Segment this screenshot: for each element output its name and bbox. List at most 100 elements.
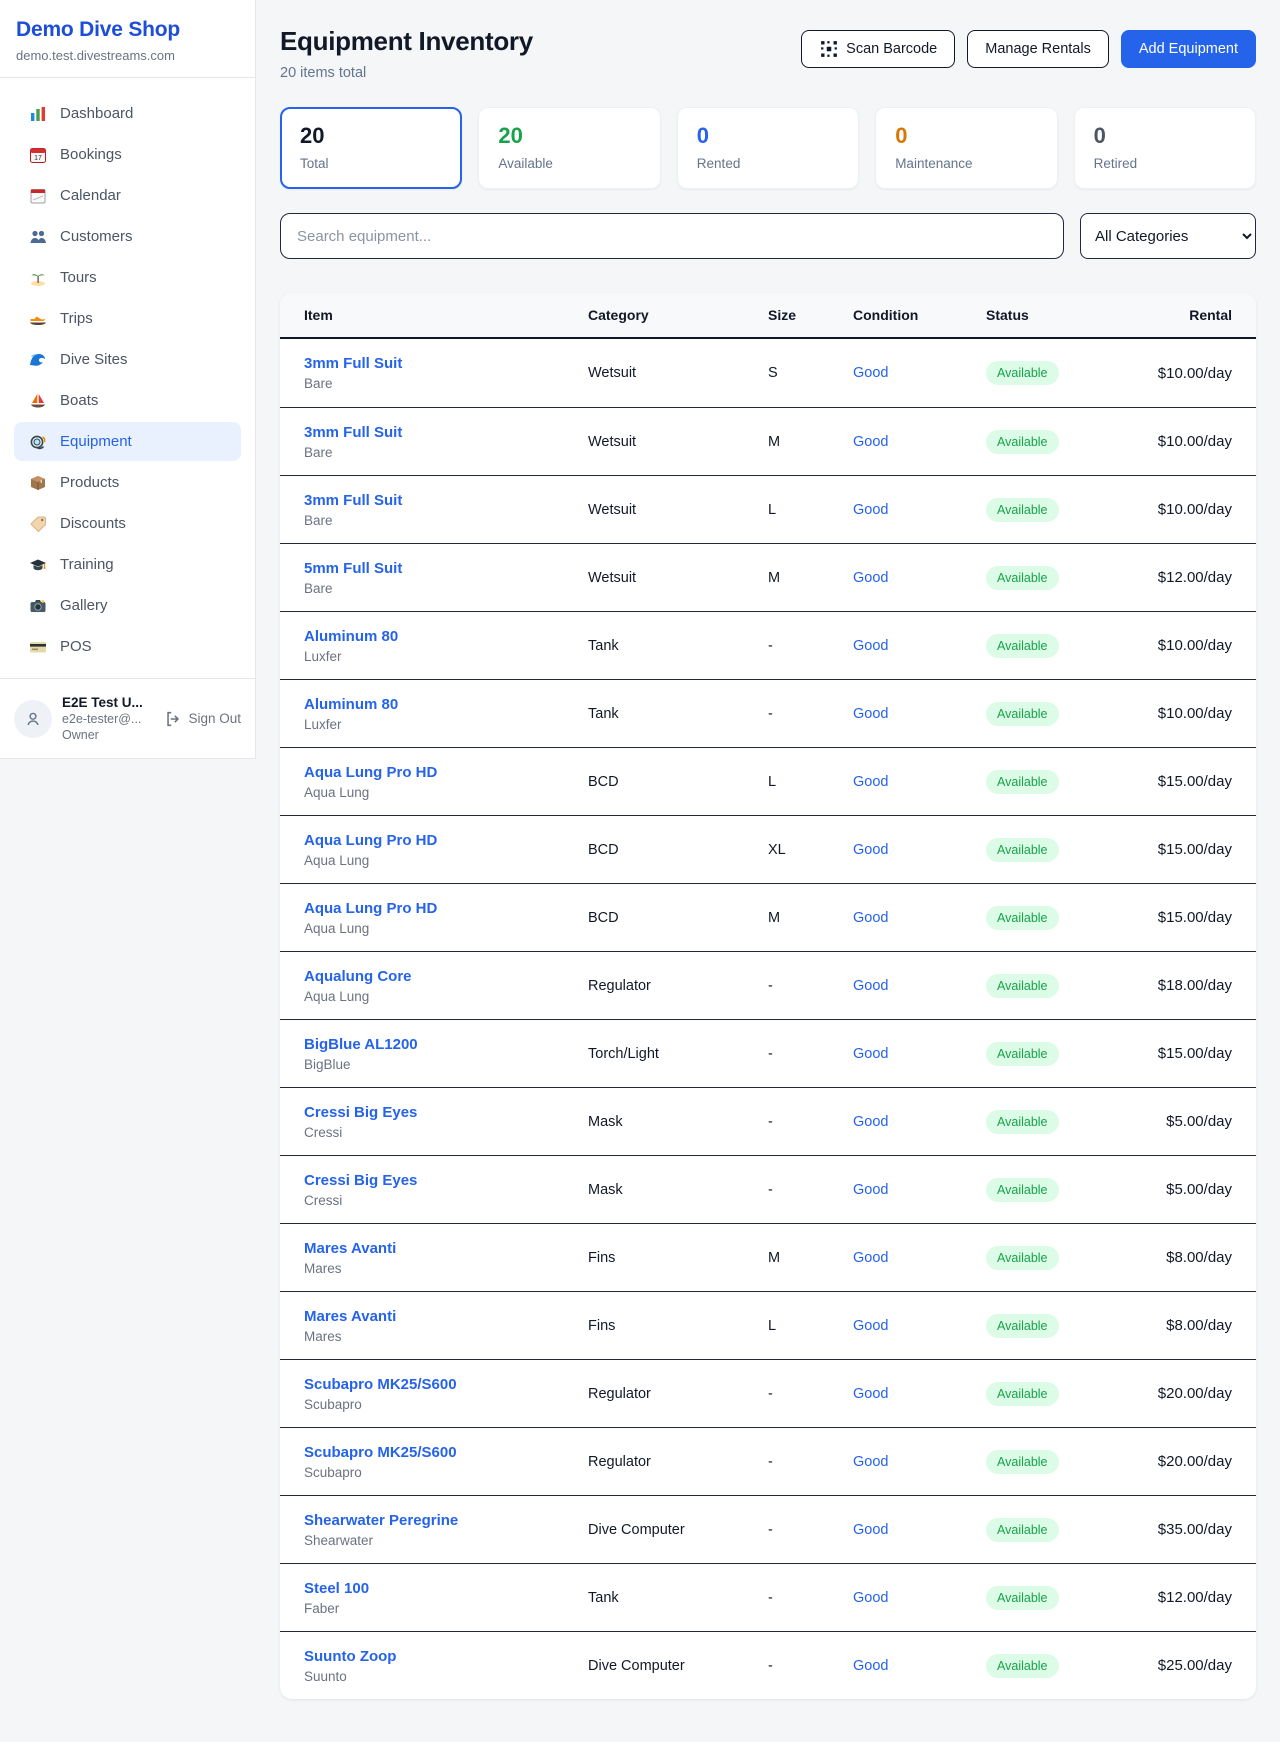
item-size: L	[768, 1318, 853, 1334]
item-brand: Bare	[304, 581, 588, 596]
sign-out-button[interactable]: Sign Out	[163, 709, 241, 728]
status-badge: Available	[986, 1042, 1059, 1066]
condition-link[interactable]: Good	[853, 1454, 888, 1470]
condition-link[interactable]: Good	[853, 365, 888, 381]
table-row: Mares Avanti Mares Fins M Good Available…	[280, 1223, 1256, 1291]
table-row: 5mm Full Suit Bare Wetsuit M Good Availa…	[280, 543, 1256, 611]
dashboard-chart-icon	[28, 104, 47, 123]
dive-sites-wave-icon	[28, 350, 47, 369]
condition-link[interactable]: Good	[853, 842, 888, 858]
item-rental-price: $15.00/day	[1138, 1045, 1232, 1062]
condition-link[interactable]: Good	[853, 434, 888, 450]
stat-card-rented[interactable]: 0 Rented	[677, 107, 859, 189]
equipment-dive-mask-icon	[28, 432, 47, 451]
condition-link[interactable]: Good	[853, 1522, 888, 1538]
sidebar-item-label: Calendar	[60, 187, 121, 204]
filters-bar: All Categories	[280, 213, 1256, 259]
sidebar-item-pos[interactable]: POS	[14, 627, 241, 666]
condition-link[interactable]: Good	[853, 1182, 888, 1198]
condition-link[interactable]: Good	[853, 1114, 888, 1130]
item-link[interactable]: Aqualung Core	[304, 968, 412, 985]
item-link[interactable]: Aqua Lung Pro HD	[304, 832, 437, 849]
item-link[interactable]: Scubapro MK25/S600	[304, 1444, 457, 1461]
status-badge: Available	[986, 1586, 1059, 1610]
sidebar-item-calendar[interactable]: Calendar	[14, 176, 241, 215]
sidebar-item-dashboard[interactable]: Dashboard	[14, 94, 241, 133]
equipment-table: Item Category Size Condition Status Rent…	[280, 293, 1256, 1699]
item-link[interactable]: Cressi Big Eyes	[304, 1104, 417, 1121]
sidebar-item-training[interactable]: Training	[14, 545, 241, 584]
item-link[interactable]: 3mm Full Suit	[304, 424, 402, 441]
sidebar-item-label: Tours	[60, 269, 97, 286]
item-category: Wetsuit	[588, 434, 768, 450]
stat-label: Total	[300, 156, 442, 171]
condition-link[interactable]: Good	[853, 1386, 888, 1402]
item-link[interactable]: Aluminum 80	[304, 628, 398, 645]
item-link[interactable]: Aluminum 80	[304, 696, 398, 713]
item-brand: Luxfer	[304, 649, 588, 664]
condition-link[interactable]: Good	[853, 570, 888, 586]
condition-link[interactable]: Good	[853, 910, 888, 926]
item-link[interactable]: Aqua Lung Pro HD	[304, 900, 437, 917]
condition-link[interactable]: Good	[853, 1658, 888, 1674]
manage-rentals-button[interactable]: Manage Rentals	[967, 30, 1109, 68]
item-link[interactable]: Mares Avanti	[304, 1240, 396, 1257]
trips-speedboat-icon	[28, 309, 47, 328]
items-count: 20 items total	[280, 65, 533, 81]
item-link[interactable]: Shearwater Peregrine	[304, 1512, 458, 1529]
condition-link[interactable]: Good	[853, 978, 888, 994]
stat-card-maintenance[interactable]: 0 Maintenance	[875, 107, 1057, 189]
condition-link[interactable]: Good	[853, 774, 888, 790]
status-badge: Available	[986, 1110, 1059, 1134]
item-link[interactable]: Cressi Big Eyes	[304, 1172, 417, 1189]
main-content: Equipment Inventory 20 items total Scan …	[256, 0, 1280, 1729]
user-name: E2E Test U...	[62, 695, 153, 710]
sidebar-item-equipment[interactable]: Equipment	[14, 422, 241, 461]
condition-link[interactable]: Good	[853, 502, 888, 518]
item-link[interactable]: BigBlue AL1200	[304, 1036, 418, 1053]
condition-link[interactable]: Good	[853, 706, 888, 722]
sidebar-item-dive-sites[interactable]: Dive Sites	[14, 340, 241, 379]
item-link[interactable]: Scubapro MK25/S600	[304, 1376, 457, 1393]
item-link[interactable]: Mares Avanti	[304, 1308, 396, 1325]
item-link[interactable]: Suunto Zoop	[304, 1648, 396, 1665]
status-badge: Available	[986, 770, 1059, 794]
page-title-block: Equipment Inventory 20 items total	[280, 26, 533, 81]
stat-card-total[interactable]: 20 Total	[280, 107, 462, 189]
item-rental-price: $18.00/day	[1138, 977, 1232, 994]
item-category: Regulator	[588, 1454, 768, 1470]
stat-value: 0	[1094, 123, 1236, 149]
condition-link[interactable]: Good	[853, 1590, 888, 1606]
category-select[interactable]: All Categories	[1080, 213, 1256, 259]
sign-out-icon	[163, 709, 182, 728]
table-row: BigBlue AL1200 BigBlue Torch/Light - Goo…	[280, 1019, 1256, 1087]
sidebar-item-discounts[interactable]: Discounts	[14, 504, 241, 543]
status-badge: Available	[986, 1246, 1059, 1270]
item-link[interactable]: 5mm Full Suit	[304, 560, 402, 577]
item-link[interactable]: Aqua Lung Pro HD	[304, 764, 437, 781]
sidebar-item-gallery[interactable]: Gallery	[14, 586, 241, 625]
sidebar-item-boats[interactable]: Boats	[14, 381, 241, 420]
status-badge: Available	[986, 702, 1059, 726]
search-input[interactable]	[280, 213, 1064, 259]
sidebar-item-trips[interactable]: Trips	[14, 299, 241, 338]
condition-link[interactable]: Good	[853, 638, 888, 654]
item-brand: Bare	[304, 376, 588, 391]
condition-link[interactable]: Good	[853, 1318, 888, 1334]
status-badge: Available	[986, 1518, 1059, 1542]
item-link[interactable]: 3mm Full Suit	[304, 492, 402, 509]
sidebar-item-bookings[interactable]: 17 Bookings	[14, 135, 241, 174]
stat-card-retired[interactable]: 0 Retired	[1074, 107, 1256, 189]
add-equipment-button[interactable]: Add Equipment	[1121, 30, 1256, 68]
sidebar-item-customers[interactable]: Customers	[14, 217, 241, 256]
scan-barcode-button[interactable]: Scan Barcode	[801, 30, 955, 68]
sidebar-item-label: Dive Sites	[60, 351, 128, 368]
item-brand: Luxfer	[304, 717, 588, 732]
item-link[interactable]: 3mm Full Suit	[304, 355, 402, 372]
item-link[interactable]: Steel 100	[304, 1580, 369, 1597]
condition-link[interactable]: Good	[853, 1046, 888, 1062]
condition-link[interactable]: Good	[853, 1250, 888, 1266]
stat-card-available[interactable]: 20 Available	[478, 107, 660, 189]
sidebar-item-products[interactable]: Products	[14, 463, 241, 502]
sidebar-item-tours[interactable]: Tours	[14, 258, 241, 297]
